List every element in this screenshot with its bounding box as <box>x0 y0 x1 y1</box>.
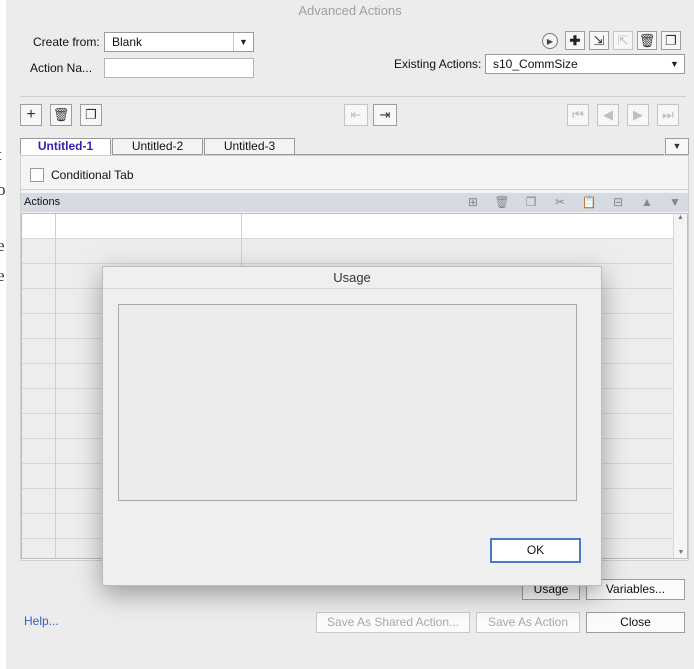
action-name-label: Action Na... <box>30 61 93 75</box>
chevron-down-icon: ▼ <box>233 33 253 51</box>
conditional-tab-label: Conditional Tab <box>51 168 134 182</box>
import-decision-button[interactable]: ⇤ <box>344 104 368 126</box>
actions-header: Actions <box>24 196 61 208</box>
bg-text-2: o <box>0 180 6 199</box>
existing-actions-dropdown[interactable]: s10_CommSize ▼ <box>485 54 685 74</box>
delete-icon: 🗑 <box>638 33 656 48</box>
vertical-scrollbar[interactable]: ▲ ▼ <box>673 214 687 558</box>
export-action-button[interactable]: ⇱ <box>613 31 633 50</box>
scroll-down-icon[interactable]: ▼ <box>674 549 688 556</box>
add-decision-button[interactable]: + <box>20 104 42 126</box>
copy-decision-button[interactable]: ❐ <box>80 104 102 126</box>
last-icon: ⏭ <box>662 107 674 122</box>
add-icon: + <box>26 106 36 123</box>
table-row[interactable] <box>22 214 687 239</box>
previous-decision-button[interactable]: ◀ <box>597 104 619 126</box>
column-divider <box>55 214 56 558</box>
export-decision-button[interactable]: ⇥ <box>373 104 397 126</box>
chevron-down-icon: ▼ <box>672 141 682 151</box>
ok-button[interactable]: OK <box>490 538 581 563</box>
previous-icon: ◀ <box>603 107 613 122</box>
duplicate-icon: ❐ <box>665 33 677 48</box>
table-row[interactable] <box>22 239 687 264</box>
action-name-input[interactable] <box>104 58 254 78</box>
usage-list[interactable] <box>118 304 577 501</box>
bg-text-3: e <box>0 236 5 255</box>
tabs-overflow-button[interactable]: ▼ <box>665 138 689 155</box>
tab-untitled-1[interactable]: Untitled-1 <box>20 138 111 155</box>
usage-dialog: Usage OK <box>102 266 602 586</box>
existing-actions-value: s10_CommSize <box>493 57 578 71</box>
chevron-down-icon: ▼ <box>670 59 679 69</box>
paste-icon[interactable]: 📋 <box>580 193 598 211</box>
import-icon: ⇤ <box>350 107 362 122</box>
add-icon: ✚ <box>569 33 581 48</box>
bg-text-4: e <box>0 266 5 285</box>
first-decision-button[interactable]: ⏮ <box>567 104 589 126</box>
insert-above-icon[interactable]: ⊟ <box>609 193 627 211</box>
next-decision-button[interactable]: ▶ <box>627 104 649 126</box>
move-down-icon[interactable]: ▼ <box>666 193 684 211</box>
scroll-up-icon[interactable]: ▲ <box>674 214 687 221</box>
insert-row-icon[interactable]: ⊞ <box>464 193 482 211</box>
delete-decision-button[interactable]: 🗑 <box>50 104 72 126</box>
export-icon: ⇱ <box>617 33 629 48</box>
close-button[interactable]: Close <box>586 612 685 633</box>
tab-untitled-2[interactable]: Untitled-2 <box>112 138 203 155</box>
save-as-action-button[interactable]: Save As Action <box>476 612 580 633</box>
export-icon: ⇥ <box>379 107 391 122</box>
window-title: Advanced Actions <box>298 3 402 18</box>
cut-icon[interactable]: ✂ <box>551 193 569 211</box>
trash-icon: 🗑 <box>52 107 70 122</box>
play-icon[interactable]: ▶ <box>542 33 558 49</box>
tab-untitled-3[interactable]: Untitled-3 <box>204 138 295 155</box>
move-up-icon[interactable]: ▲ <box>638 193 656 211</box>
create-from-value: Blank <box>112 35 143 49</box>
existing-actions-label: Existing Actions: <box>394 57 482 71</box>
import-icon: ⇲ <box>593 33 605 48</box>
copy-icon: ❐ <box>85 107 97 122</box>
divider <box>21 189 688 190</box>
first-icon: ⏮ <box>572 107 584 122</box>
create-from-label: Create from: <box>33 35 100 49</box>
delete-action-button[interactable]: 🗑 <box>637 31 657 50</box>
help-link[interactable]: Help... <box>24 614 59 628</box>
create-from-dropdown[interactable]: Blank ▼ <box>104 32 254 52</box>
divider <box>20 96 686 97</box>
duplicate-action-button[interactable]: ❐ <box>661 31 681 50</box>
conditional-tab-checkbox[interactable] <box>30 168 44 182</box>
actions-toolbar: Actions ⊞ 🗑 ❐ ✂ 📋 ⊟ ▲ ▼ <box>21 193 688 212</box>
last-decision-button[interactable]: ⏭ <box>657 104 679 126</box>
dialog-title: Usage <box>103 267 601 289</box>
import-action-button[interactable]: ⇲ <box>589 31 609 50</box>
next-icon: ▶ <box>633 107 643 122</box>
delete-row-icon[interactable]: 🗑 <box>493 193 511 211</box>
copy-row-icon[interactable]: ❐ <box>522 193 540 211</box>
save-shared-action-button[interactable]: Save As Shared Action... <box>316 612 470 633</box>
add-action-button[interactable]: ✚ <box>565 31 585 50</box>
bg-text-1: t <box>0 145 2 165</box>
